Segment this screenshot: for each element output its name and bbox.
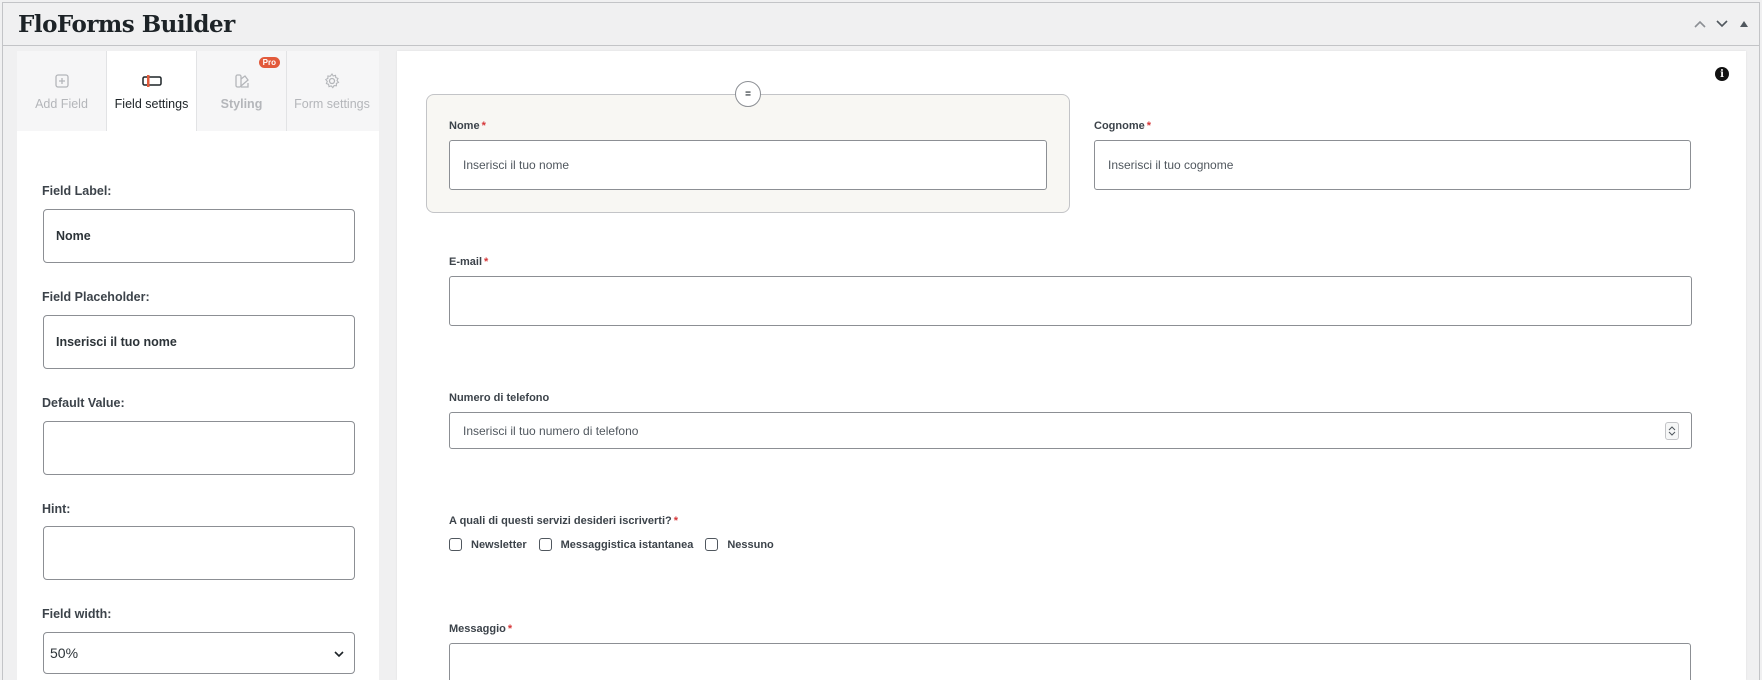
tab-label: Styling	[220, 97, 263, 111]
settings-panel: Add Field Field settings Pro Styling For…	[17, 51, 379, 680]
cognome-label: Cognome *	[1094, 120, 1151, 132]
required-marker: *	[507, 623, 513, 635]
number-spinner-icon[interactable]	[1665, 422, 1679, 440]
info-icon[interactable]: i	[1715, 67, 1729, 81]
tab-styling[interactable]: Pro Styling	[197, 51, 287, 131]
tab-field-settings[interactable]: Field settings	[107, 51, 197, 131]
builder-titlebar: FloForms Builder	[2, 2, 1760, 46]
messaggio-label-text: Messaggio	[449, 623, 506, 635]
hint-input[interactable]	[43, 526, 355, 580]
chevron-down-icon[interactable]	[1715, 17, 1729, 31]
tab-label: Add Field	[35, 97, 88, 111]
panel-tabs: Add Field Field settings Pro Styling For…	[17, 51, 379, 131]
nome-label: Nome *	[449, 120, 486, 132]
tab-form-settings[interactable]: Form settings	[287, 51, 377, 131]
servizi-label: A quali di questi servizi desideri iscri…	[449, 515, 678, 527]
default-value-input[interactable]	[43, 421, 355, 475]
plus-square-icon	[54, 71, 69, 91]
field-width-value: 50%	[50, 645, 79, 661]
field-placeholder-title: Field Placeholder:	[42, 290, 150, 304]
chevron-up-icon[interactable]	[1693, 17, 1707, 31]
drag-handle-icon[interactable]: =	[735, 81, 761, 107]
field-settings-icon	[141, 71, 162, 91]
page-title: FloForms Builder	[18, 11, 235, 38]
field-placeholder-input[interactable]: Inserisci il tuo nome	[43, 315, 355, 369]
telefono-label: Numero di telefono	[449, 392, 549, 404]
option-label: Messaggistica istantanea	[560, 538, 694, 551]
palette-icon	[234, 71, 250, 91]
required-marker: *	[673, 515, 679, 527]
cognome-label-text: Cognome	[1094, 120, 1145, 132]
field-width-title: Field width:	[42, 607, 112, 621]
email-input[interactable]	[449, 276, 1692, 326]
email-label-text: E-mail	[449, 256, 483, 268]
default-value-title: Default Value:	[42, 396, 125, 410]
form-preview: i = Nome * Inserisci il tuo nome Cognome *…	[397, 51, 1746, 680]
servizi-label-text: A quali di questi servizi desideri iscri…	[449, 515, 672, 527]
hint-title: Hint:	[42, 502, 71, 516]
checkbox[interactable]	[449, 538, 462, 551]
servizi-options: Newsletter Messaggistica istantanea Ness…	[449, 538, 786, 551]
chevron-down-icon	[334, 645, 344, 661]
pro-badge: Pro	[258, 57, 280, 68]
tab-label: Form settings	[294, 97, 370, 111]
checkbox[interactable]	[705, 538, 719, 551]
telefono-placeholder: Inserisci il tuo numero di telefono	[463, 423, 639, 438]
option-messaggistica[interactable]: Messaggistica istantanea	[538, 538, 694, 551]
telefono-label-text: Numero di telefono	[449, 392, 550, 404]
email-label: E-mail *	[449, 256, 488, 268]
tab-add-field[interactable]: Add Field	[17, 51, 107, 131]
required-marker: *	[481, 120, 486, 132]
gear-icon	[324, 71, 340, 91]
messaggio-textarea[interactable]	[449, 643, 1691, 680]
field-width-select[interactable]: 50%	[43, 632, 355, 674]
telefono-input[interactable]: Inserisci il tuo numero di telefono	[449, 412, 1692, 449]
required-marker: *	[1146, 120, 1152, 132]
messaggio-label: Messaggio *	[449, 623, 512, 635]
checkbox[interactable]	[538, 538, 552, 551]
field-label-input[interactable]: Nome	[43, 209, 355, 263]
field-label-title: Field Label:	[42, 184, 112, 198]
required-marker: *	[484, 256, 489, 268]
triangle-up-icon[interactable]	[1737, 17, 1751, 31]
panel-controls	[1693, 17, 1751, 31]
tab-label: Field settings	[114, 97, 189, 111]
option-nessuno[interactable]: Nessuno	[705, 538, 774, 551]
option-label: Newsletter	[471, 538, 527, 551]
nome-label-text: Nome	[449, 120, 480, 132]
option-newsletter[interactable]: Newsletter	[449, 538, 527, 551]
option-label: Nessuno	[727, 538, 774, 551]
nome-input[interactable]: Inserisci il tuo nome	[449, 140, 1047, 190]
cognome-input[interactable]: Inserisci il tuo cognome	[1094, 140, 1691, 190]
